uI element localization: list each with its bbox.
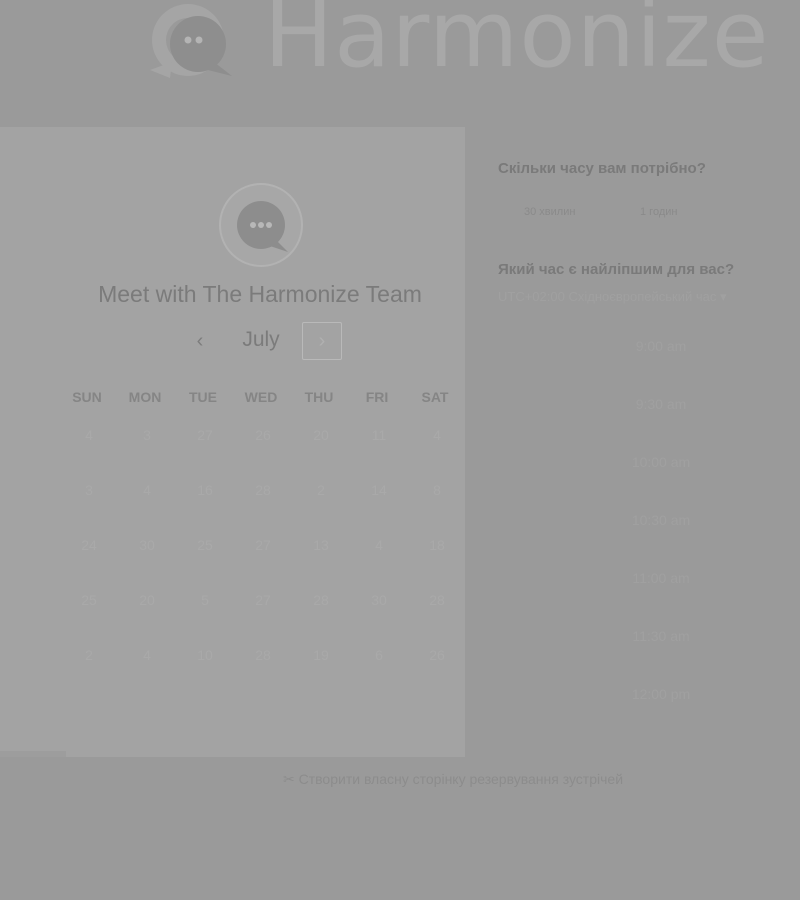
timezone-value: UTC+02:00 Східноєвропейський час [498, 289, 717, 304]
calendar-day[interactable]: 13 [301, 537, 341, 553]
duration-option-60[interactable]: 1 годин [640, 206, 677, 218]
avatar [219, 183, 303, 267]
weekday-sat: SAT [421, 389, 449, 405]
timezone-select[interactable]: UTC+02:00 Східноєвропейський час ▾ [498, 289, 798, 305]
calendar-day[interactable]: 4 [417, 427, 457, 443]
card-shadow [0, 751, 66, 757]
calendar-day[interactable]: 5 [185, 592, 225, 608]
calendar-day[interactable]: 16 [185, 482, 225, 498]
calendar-day[interactable]: 20 [127, 592, 167, 608]
weekday-sun: SUN [72, 389, 102, 405]
weekday-wed: WED [244, 389, 278, 405]
time-slot[interactable]: 12:00 pm [606, 686, 716, 702]
chat-bubble-logo-icon [150, 4, 232, 78]
time-slot[interactable]: 10:00 am [606, 454, 716, 470]
calendar-day[interactable]: 28 [243, 482, 283, 498]
scheduler-card: Meet with The Harmonize Team ‹ July › SU… [0, 127, 465, 757]
calendar-day[interactable]: 2 [301, 482, 341, 498]
time-slot[interactable]: 9:30 am [606, 396, 716, 412]
calendar-day[interactable]: 4 [127, 647, 167, 663]
calendar-day[interactable]: 14 [359, 482, 399, 498]
chevron-right-icon: › [318, 330, 326, 352]
next-month-button[interactable]: › [302, 322, 342, 360]
brand-logo: Harmonize [142, 0, 792, 90]
time-slot[interactable]: 9:00 am [606, 338, 716, 354]
duration-option-30[interactable]: 30 хвилин [524, 206, 575, 218]
calendar-day[interactable]: 28 [301, 592, 341, 608]
calendar-day[interactable]: 10 [185, 647, 225, 663]
weekday-fri: FRI [365, 389, 389, 405]
weekday-thu: THU [304, 389, 334, 405]
time-question: Який час є найліпшим для вас? [498, 261, 735, 278]
calendar-day[interactable]: 8 [417, 482, 457, 498]
calendar-day[interactable]: 25 [185, 537, 225, 553]
calendar-day[interactable]: 30 [127, 537, 167, 553]
duration-question: Скільки часу вам потрібно? [498, 160, 706, 177]
calendar-day[interactable]: 30 [359, 592, 399, 608]
calendar-day[interactable]: 4 [127, 482, 167, 498]
month-label: July [242, 328, 280, 351]
calendar-day[interactable]: 26 [417, 647, 457, 663]
calendar-day[interactable]: 24 [69, 537, 109, 553]
month-navigation: ‹ July › [0, 322, 520, 362]
calendar-day[interactable]: 26 [243, 427, 283, 443]
calendar-day[interactable]: 4 [359, 537, 399, 553]
calendar-day[interactable]: 6 [359, 647, 399, 663]
weekday-mon: MON [128, 389, 162, 405]
calendar-day[interactable]: 11 [359, 427, 399, 443]
calendar-day[interactable]: 28 [243, 647, 283, 663]
calendar-day[interactable]: 27 [243, 537, 283, 553]
calendar-day[interactable]: 4 [69, 427, 109, 443]
calendar-day[interactable]: 27 [185, 427, 225, 443]
page-title: Meet with The Harmonize Team [98, 281, 422, 307]
create-booking-page-label: Створити власну сторінку резервування зу… [298, 771, 624, 787]
calendar-day[interactable]: 28 [417, 592, 457, 608]
calendar-day[interactable]: 19 [301, 647, 341, 663]
create-booking-page-link[interactable]: ✂ Створити власну сторінку резервування … [283, 771, 623, 788]
calendar-day[interactable]: 20 [301, 427, 341, 443]
chevron-left-icon: ‹ [196, 330, 204, 352]
calendar-day[interactable]: 25 [69, 592, 109, 608]
calendar-day[interactable]: 18 [417, 537, 457, 553]
calendar-day[interactable]: 27 [243, 592, 283, 608]
calendar-day[interactable]: 3 [127, 427, 167, 443]
caret-down-icon: ▾ [719, 289, 727, 304]
time-slot[interactable]: 11:00 am [606, 570, 716, 586]
weekday-tue: TUE [189, 389, 217, 405]
calendar-day[interactable]: 2 [69, 647, 109, 663]
previous-month-button[interactable]: ‹ [186, 327, 214, 355]
time-slot[interactable]: 10:30 am [606, 512, 716, 528]
calendar-day[interactable]: 3 [69, 482, 109, 498]
brand-name: Harmonize [264, 0, 770, 88]
scissors-icon: ✂ [283, 771, 295, 787]
time-slot[interactable]: 11:30 am [606, 628, 716, 644]
